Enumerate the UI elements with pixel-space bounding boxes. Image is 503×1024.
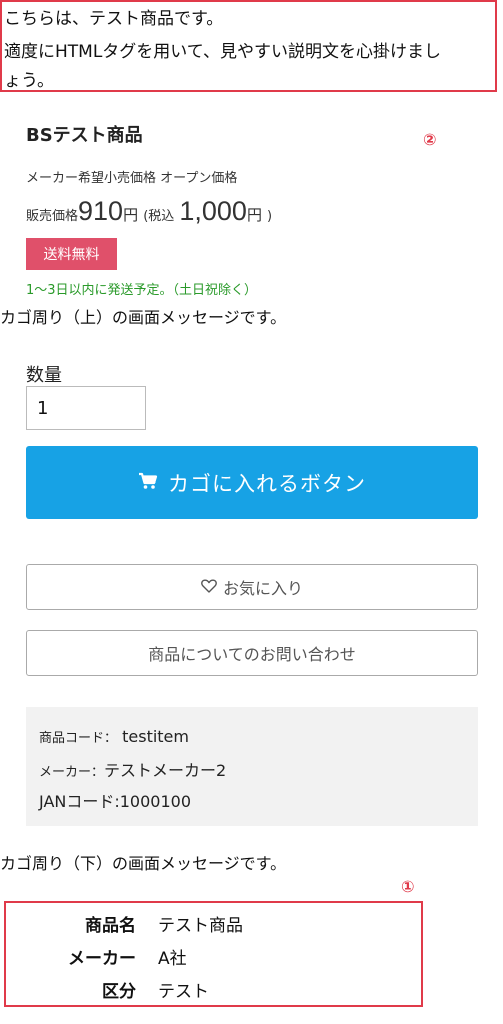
quantity-input[interactable] <box>26 386 146 430</box>
tax-close: ) <box>267 209 273 224</box>
spec-value: テスト <box>158 982 209 1002</box>
product-code-row: 商品コード： testitem <box>39 727 189 746</box>
description-line-1: こちらは、テスト商品です。 <box>4 9 224 29</box>
add-to-cart-button[interactable]: カゴに入れるボタン <box>26 446 478 519</box>
price-value: 910 <box>78 196 124 226</box>
add-to-cart-label: カゴに入れるボタン <box>168 471 366 496</box>
spec-row: 商品名 テスト商品 <box>6 911 421 937</box>
price-unit: 円 <box>123 206 139 224</box>
jan-code-label: JANコード: <box>39 792 120 811</box>
spec-value: A社 <box>158 949 187 969</box>
jan-code-value: 1000100 <box>119 792 192 811</box>
product-info-box: 商品コード： testitem メーカー：テストメーカー2 JANコード:100… <box>26 707 478 826</box>
tax-price-unit: 円 <box>246 206 262 224</box>
maker-label: メーカー： <box>39 765 105 780</box>
price-label: 販売価格 <box>26 209 79 224</box>
product-inquiry-button[interactable]: 商品についてのお問い合わせ <box>26 630 478 676</box>
spec-value: テスト商品 <box>158 916 243 936</box>
maker-row: メーカー：テストメーカー2 <box>39 757 226 781</box>
description-line-2: 適度にHTMLタグを用いて、見やすい説明文を心掛けまし <box>4 42 441 62</box>
product-code-label: 商品コード： <box>39 731 118 746</box>
cart-message-bottom: カゴ周り（下）の画面メッセージです。 <box>0 854 287 873</box>
product-title: BSテスト商品 <box>26 125 143 146</box>
annotation-marker-2: ② <box>423 130 437 149</box>
annotation-marker-1: ① <box>401 877 415 896</box>
product-code-value: testitem <box>122 727 189 746</box>
cart-message-top: カゴ周り（上）の画面メッセージです。 <box>0 308 287 327</box>
spec-key: 区分 <box>102 982 136 1002</box>
favorite-label: お気に入り <box>222 579 303 598</box>
cart-icon <box>138 471 168 495</box>
maker-price: メーカー希望小売価格 オープン価格 <box>26 171 238 186</box>
spec-key: 商品名 <box>85 916 136 936</box>
spec-key: メーカー <box>68 949 136 969</box>
product-description-box: こちらは、テスト商品です。 適度にHTMLタグを用いて、見やすい説明文を心掛けま… <box>0 0 497 92</box>
heart-icon <box>201 578 223 597</box>
spec-row: 区分 テスト <box>6 977 421 1003</box>
favorite-button[interactable]: お気に入り <box>26 564 478 610</box>
shipping-note: 1～3日以内に発送予定。（土日祝除く） <box>26 283 258 298</box>
jan-code-row: JANコード:1000100 <box>39 788 191 812</box>
description-line-3: ょう。 <box>4 71 54 91</box>
spec-row: メーカー A社 <box>6 944 421 970</box>
free-shipping-badge: 送料無料 <box>26 238 117 270</box>
quantity-label: 数量 <box>26 365 62 386</box>
tax-included-price: 1,000 <box>179 196 247 226</box>
product-spec-table: 商品名 テスト商品 メーカー A社 区分 テスト <box>4 901 423 1007</box>
maker-value: テストメーカー2 <box>104 761 227 780</box>
tax-open: (税込 <box>143 209 175 224</box>
price-row: 販売価格910円 (税込 1,000円 ) <box>26 196 272 227</box>
